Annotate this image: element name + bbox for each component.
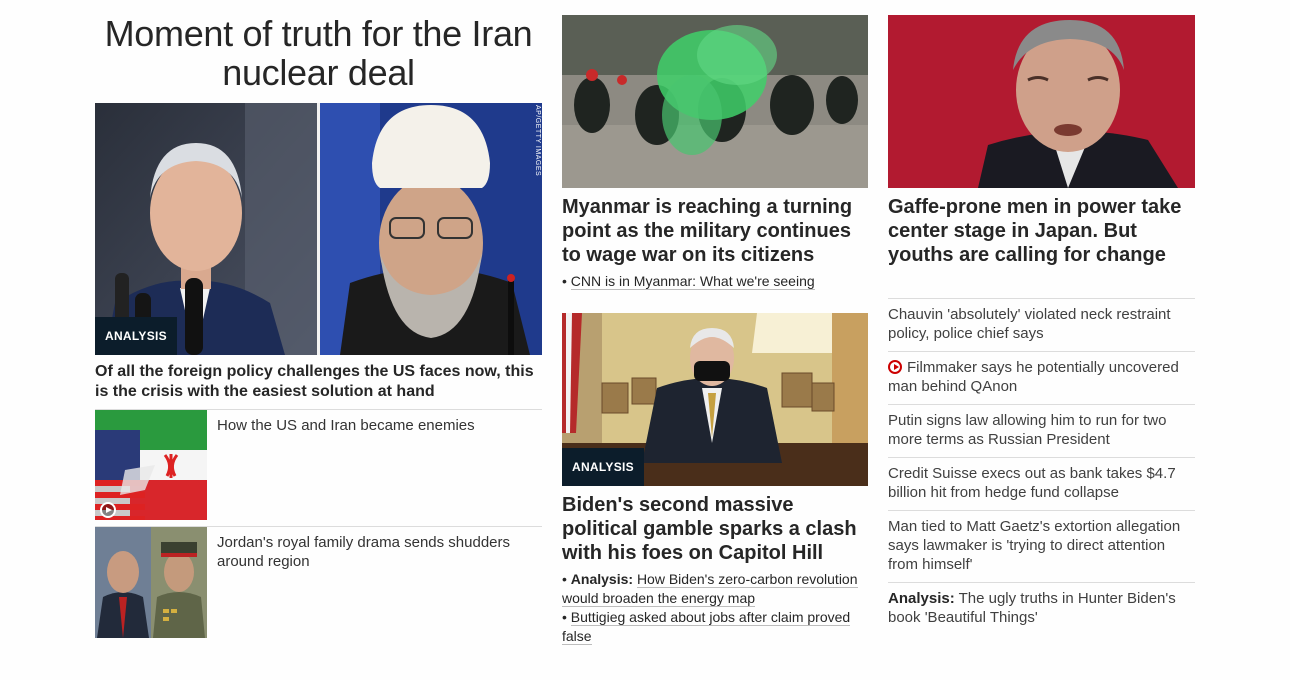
headline-list-item[interactable]: Credit Suisse execs out as bank takes $4…: [888, 464, 1195, 502]
list-item-text[interactable]: Filmmaker says he potentially uncovered …: [888, 359, 1179, 395]
list-item[interactable]: Jordan's royal family drama sends shudde…: [95, 527, 542, 639]
divider: [888, 298, 1195, 299]
list-item-headline[interactable]: Jordan's royal family drama sends shudde…: [217, 533, 537, 571]
divider: [888, 404, 1195, 405]
analysis-badge: ANALYSIS: [95, 317, 177, 355]
hero-image[interactable]: AP/GETTY IMAGES ANALYSIS: [95, 103, 542, 355]
list-item-text[interactable]: Putin signs law allowing him to run for …: [888, 412, 1166, 448]
related-link-text[interactable]: Buttigieg asked about jobs after claim p…: [562, 609, 851, 645]
play-icon: [100, 502, 116, 518]
bullet: •: [562, 571, 571, 587]
biden-card-media[interactable]: ANALYSIS: [562, 313, 868, 486]
video-play-icon: [888, 360, 902, 374]
japan-headline-link[interactable]: Gaffe-prone men in power take center sta…: [888, 195, 1195, 267]
photo-credit: AP/GETTY IMAGES: [534, 105, 541, 177]
myanmar-protest-photo[interactable]: [562, 15, 868, 188]
myanmar-headline-link[interactable]: Myanmar is reaching a turning point as t…: [562, 195, 868, 267]
divider: [888, 582, 1195, 583]
jordan-royals-thumbnail[interactable]: [95, 527, 207, 638]
list-item-headline[interactable]: How the US and Iran became enemies: [217, 416, 537, 435]
bullet: •: [562, 273, 571, 289]
analysis-label: Analysis:: [888, 590, 955, 607]
bullet: •: [562, 609, 571, 625]
related-link[interactable]: • Buttigieg asked about jobs after claim…: [562, 608, 868, 646]
headline-list-item[interactable]: Putin signs law allowing him to run for …: [888, 411, 1195, 449]
analysis-badge: ANALYSIS: [562, 448, 644, 486]
list-item[interactable]: How the US and Iran became enemies: [95, 410, 542, 522]
divider: [888, 351, 1195, 352]
related-link[interactable]: • CNN is in Myanmar: What we're seeing: [562, 272, 868, 291]
list-item-text[interactable]: Credit Suisse execs out as bank takes $4…: [888, 465, 1176, 501]
biden-headline-link[interactable]: Biden's second massive political gamble …: [562, 493, 868, 565]
list-item-text[interactable]: Man tied to Matt Gaetz's extortion alleg…: [888, 518, 1180, 573]
rouhani-photo: [320, 103, 542, 355]
section-banner-title[interactable]: Moment of truth for the Iran nuclear dea…: [95, 14, 542, 92]
divider: [888, 457, 1195, 458]
headline-list-item[interactable]: Chauvin 'absolutely' violated neck restr…: [888, 305, 1195, 343]
related-link-text[interactable]: CNN is in Myanmar: What we're seeing: [570, 273, 815, 290]
headline-list-item[interactable]: Filmmaker says he potentially uncovered …: [888, 358, 1195, 396]
headline-list-item[interactable]: Man tied to Matt Gaetz's extortion alleg…: [888, 517, 1195, 574]
hero-headline-link[interactable]: Of all the foreign policy challenges the…: [95, 362, 542, 402]
headline-list-item[interactable]: Analysis: The ugly truths in Hunter Bide…: [888, 589, 1195, 627]
japan-official-photo[interactable]: [888, 15, 1195, 188]
related-link[interactable]: • Analysis: How Biden's zero-carbon revo…: [562, 570, 868, 608]
divider: [888, 510, 1195, 511]
list-item-text[interactable]: Chauvin 'absolutely' violated neck restr…: [888, 306, 1171, 342]
analysis-label: Analysis:: [570, 571, 634, 587]
